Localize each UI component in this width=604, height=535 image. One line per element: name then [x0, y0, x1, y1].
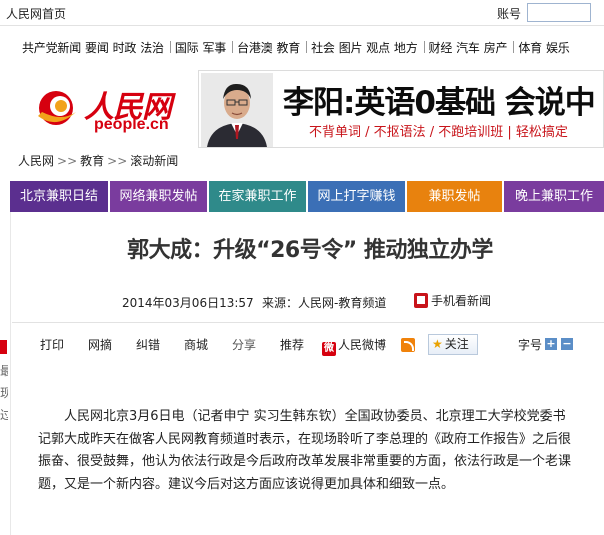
- channel-link[interactable]: 社会: [311, 39, 335, 56]
- breadcrumb: 人民网 >> 教育 >> 滚动新闻: [18, 152, 178, 169]
- weibo-label: 人民微博: [338, 338, 387, 352]
- promo-tab[interactable]: 网上打字赚钱: [308, 181, 405, 212]
- side-fragment[interactable]: 最: [0, 362, 8, 379]
- channel-nav-items: 共产党新闻 要闻 时政 法治 国际 军事 台港澳 教育 社会 图片 观点 地方 财经 汽车 房产 体育 娱乐: [22, 39, 574, 56]
- follow-label: 关注: [444, 337, 469, 351]
- channel-separator: [306, 41, 308, 53]
- mobile-news-label: 手机看新闻: [431, 294, 492, 308]
- logo-en-text: people.cn: [94, 116, 169, 133]
- star-icon: ★: [432, 337, 443, 351]
- side-strip-marker: [0, 340, 7, 354]
- net-excerpt-link[interactable]: 网摘: [88, 336, 112, 353]
- channel-separator: [423, 41, 425, 53]
- recommend-link[interactable]: 推荐: [280, 336, 304, 353]
- account-input[interactable]: [527, 3, 591, 22]
- top-bar: 人民网首页 账号: [0, 0, 604, 26]
- promo-tab[interactable]: 晚上兼职工作: [504, 181, 604, 212]
- print-link[interactable]: 打印: [40, 336, 64, 353]
- article-title: 郭大成：升级“26号令” 推动独立办学: [127, 238, 493, 263]
- channel-separator: [513, 41, 515, 53]
- account-label: 账号: [497, 7, 522, 21]
- weibo-link[interactable]: 微人民微博: [322, 336, 386, 356]
- channel-link[interactable]: 娱乐: [546, 39, 570, 56]
- promo-tab[interactable]: 兼职发帖: [407, 181, 502, 212]
- channel-link[interactable]: 军事: [202, 39, 226, 56]
- ad-banner[interactable]: 李阳:英语0基础 会说中 不背单词 / 不抠语法 / 不跑培训班 | 轻松搞定: [198, 70, 604, 148]
- phone-icon: [414, 293, 428, 308]
- channel-link[interactable]: 汽车: [456, 39, 480, 56]
- promo-nav: 北京兼职日结 网络兼职发帖 在家兼职工作 网上打字赚钱 兼职发帖 晚上兼职工作: [10, 181, 604, 212]
- channel-link[interactable]: 观点: [366, 39, 390, 56]
- breadcrumb-rolling-news[interactable]: 滚动新闻: [130, 154, 178, 168]
- mobile-news-link[interactable]: 手机看新闻: [414, 292, 491, 309]
- channel-link[interactable]: 要闻: [85, 39, 109, 56]
- article-source: 来源：人民网-教育频道: [262, 296, 387, 310]
- follow-button[interactable]: ★ 关注: [428, 334, 478, 355]
- share-link[interactable]: 分享: [232, 336, 256, 353]
- channel-link[interactable]: 法治: [140, 39, 164, 56]
- font-increase-button[interactable]: +: [545, 338, 557, 350]
- breadcrumb-separator: >>: [57, 154, 78, 168]
- channel-separator: [169, 41, 171, 53]
- channel-link[interactable]: 图片: [339, 39, 363, 56]
- promo-tab[interactable]: 北京兼职日结: [10, 181, 108, 212]
- weibo-icon: 微: [322, 342, 336, 356]
- channel-link[interactable]: 时政: [113, 39, 137, 56]
- people-logo-mark-icon: [38, 91, 76, 125]
- side-fragment[interactable]: 过: [0, 406, 8, 423]
- meta-divider: [12, 322, 604, 323]
- banner-subtitle: 不背单词 / 不抠语法 / 不跑培训班 | 轻松搞定: [309, 125, 568, 140]
- channel-separator: [232, 41, 234, 53]
- correct-link[interactable]: 纠错: [136, 336, 160, 353]
- banner-headline: 李阳:英语0基础 会说中: [283, 85, 596, 121]
- channel-link[interactable]: 财经: [429, 39, 453, 56]
- side-fragment[interactable]: 现: [0, 384, 8, 401]
- channel-link[interactable]: 体育: [518, 39, 542, 56]
- channel-nav: 共产党新闻 要闻 时政 法治 国际 军事 台港澳 教育 社会 图片 观点 地方 财经 汽车 房产 体育 娱乐: [0, 26, 604, 68]
- rss-icon[interactable]: [401, 338, 415, 352]
- breadcrumb-separator: >>: [107, 154, 128, 168]
- breadcrumb-people[interactable]: 人民网: [18, 154, 54, 168]
- font-decrease-button[interactable]: −: [561, 338, 573, 350]
- channel-link[interactable]: 地方: [394, 39, 418, 56]
- promo-tab[interactable]: 网络兼职发帖: [110, 181, 207, 212]
- channel-link[interactable]: 房产: [484, 39, 508, 56]
- article-body: 人民网北京3月6日电（记者申宁 实习生韩东钦）全国政协委员、北京理工大学校党委书…: [38, 409, 572, 492]
- people-logo[interactable]: 人民网 people.cn: [34, 80, 184, 142]
- channel-link[interactable]: 共产党新闻: [22, 39, 81, 56]
- people-home-link[interactable]: 人民网首页: [6, 5, 66, 22]
- person-portrait-icon: [201, 73, 273, 147]
- breadcrumb-education[interactable]: 教育: [80, 154, 104, 168]
- article-date: 2014年03月06日13:57: [122, 296, 254, 310]
- banner-photo: [201, 73, 273, 147]
- mall-link[interactable]: 商城: [184, 336, 208, 353]
- channel-link[interactable]: 教育: [276, 39, 300, 56]
- font-size-label: 字号: [518, 338, 543, 352]
- promo-tab[interactable]: 在家兼职工作: [209, 181, 306, 212]
- channel-link[interactable]: 台港澳: [237, 39, 273, 56]
- channel-link[interactable]: 国际: [175, 39, 199, 56]
